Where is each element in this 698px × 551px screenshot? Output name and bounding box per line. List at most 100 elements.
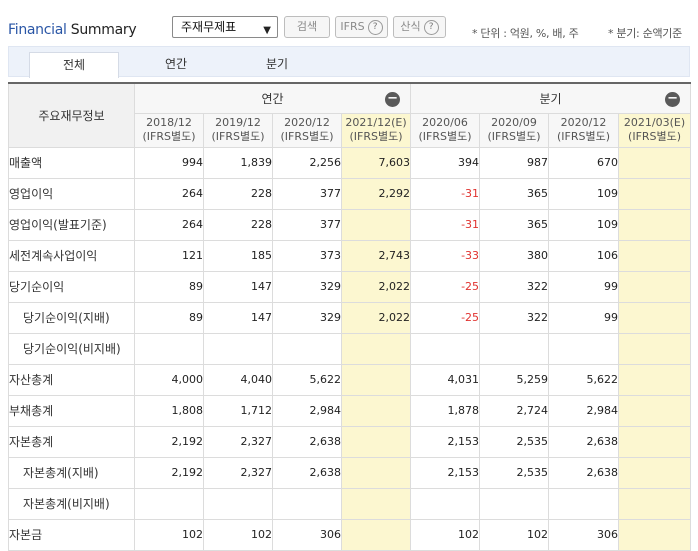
value-cell (340, 332, 412, 365)
value-cell: 377 (272, 208, 342, 241)
value-cell (618, 177, 692, 210)
value-cell: 185 (203, 239, 273, 272)
collapse-annual-icon[interactable]: − (385, 92, 401, 107)
table-row: 영업이익 264 228 377 2,292 -31 365 109 (8, 177, 692, 210)
period-header: 2021/03(E) (IFRS별도) (618, 112, 692, 148)
value-cell: 147 (203, 270, 273, 303)
help-icon: ? (367, 20, 383, 35)
annual-group-header: 연간 − (133, 82, 412, 114)
value-cell: 2,327 (203, 456, 273, 489)
formula-button[interactable]: 산식? (393, 16, 446, 38)
value-cell (548, 332, 620, 365)
unit-note: * 단위 : 억원, %, 배, 주 (472, 27, 579, 40)
row-label: 영업이익(발표기준) (8, 208, 135, 241)
value-cell: 109 (548, 177, 620, 210)
row-label: 세전계속사업이익 (8, 239, 135, 272)
value-cell (340, 456, 412, 489)
table-row: 영업이익(발표기준) 264 228 377 -31 365 109 (8, 208, 692, 241)
value-cell: 264 (134, 177, 204, 210)
help-icon: ? (423, 20, 439, 35)
corner-header: 주요재무정보 (8, 82, 135, 148)
value-cell: 102 (410, 518, 481, 551)
header-bar: Financial Summary 주재무제표 ▼ 검색 IFRS? 산식? *… (0, 0, 698, 46)
period-date: 2020/12 (284, 116, 330, 129)
tab-all[interactable]: 전체 (29, 52, 119, 78)
row-label: 자본금 (8, 518, 135, 551)
value-cell: 106 (548, 239, 620, 272)
title-summary: Summary (70, 22, 137, 38)
ifrs-button[interactable]: IFRS? (335, 16, 388, 38)
value-cell: 329 (272, 270, 342, 303)
value-cell (410, 487, 481, 520)
value-cell: 2,638 (272, 425, 342, 458)
value-cell (618, 425, 692, 458)
ifrs-button-label: IFRS (340, 20, 365, 33)
value-cell: 121 (134, 239, 204, 272)
value-cell (340, 425, 412, 458)
value-cell (203, 332, 273, 365)
value-cell (618, 301, 692, 334)
value-cell: 2,535 (479, 456, 550, 489)
table-row: 부채총계 1,808 1,712 2,984 1,878 2,724 2,984 (8, 394, 692, 427)
value-cell: 109 (548, 208, 620, 241)
quarter-group-label: 분기 (539, 91, 562, 106)
value-cell: 322 (479, 301, 550, 334)
value-cell (618, 332, 692, 365)
value-cell: -31 (410, 177, 481, 210)
period-header: 2019/12 (IFRS별도) (203, 112, 273, 148)
value-cell (618, 487, 692, 520)
value-cell: 322 (479, 270, 550, 303)
value-cell: 2,192 (134, 425, 204, 458)
value-cell (479, 487, 550, 520)
value-cell: 4,031 (410, 363, 481, 396)
value-cell: 5,259 (479, 363, 550, 396)
value-cell (272, 332, 342, 365)
value-cell: 394 (410, 146, 481, 179)
value-cell: 987 (479, 146, 550, 179)
row-label: 영업이익 (8, 177, 135, 210)
period-basis: (IFRS별도) (280, 130, 334, 143)
value-cell (548, 487, 620, 520)
period-header: 2020/09 (IFRS별도) (479, 112, 550, 148)
table-row: 자본총계 2,192 2,327 2,638 2,153 2,535 2,638 (8, 425, 692, 458)
row-label: 당기순이익(지배) (8, 301, 135, 334)
table-row: 자본총계(지배) 2,192 2,327 2,638 2,153 2,535 2,638 (8, 456, 692, 489)
period-date: 2021/03(E) (623, 116, 686, 129)
collapse-quarter-icon[interactable]: − (665, 92, 681, 107)
row-label: 자본총계(지배) (8, 456, 135, 489)
value-cell: 89 (134, 301, 204, 334)
financial-summary-table: 주요재무정보 연간 − 분기 − 2018/12 (IFRS별도) 2019/12(… (8, 82, 692, 551)
value-cell (618, 239, 692, 272)
value-cell (618, 208, 692, 241)
value-cell: 1,839 (203, 146, 273, 179)
tab-quarterly-label: 분기 (265, 57, 289, 71)
row-label: 매출액 (8, 146, 135, 179)
row-label: 당기순이익 (8, 270, 135, 303)
value-cell: 2,022 (340, 270, 412, 303)
value-cell: 2,327 (203, 425, 273, 458)
quarter-group-header: 분기 − (410, 82, 692, 114)
period-date: 2020/09 (491, 116, 537, 129)
value-cell: 2,638 (548, 456, 620, 489)
search-button-label: 검색 (296, 20, 318, 33)
value-cell (272, 487, 342, 520)
value-cell: 377 (272, 177, 342, 210)
value-cell (479, 332, 550, 365)
search-button[interactable]: 검색 (284, 16, 330, 38)
value-cell (618, 456, 692, 489)
tab-quarterly[interactable]: 분기 (232, 52, 322, 78)
table-row: 자본금 102 102 306 102 102 306 (8, 518, 692, 551)
value-cell (618, 394, 692, 427)
value-cell: 2,535 (479, 425, 550, 458)
value-cell: 365 (479, 208, 550, 241)
period-date: 2021/12(E) (345, 116, 407, 129)
value-cell: 329 (272, 301, 342, 334)
tab-annual[interactable]: 연간 (131, 52, 221, 78)
value-cell: 5,622 (548, 363, 620, 396)
value-cell: 2,153 (410, 425, 481, 458)
value-cell: 2,638 (272, 456, 342, 489)
statement-type-select[interactable]: 주재무제표 ▼ (172, 16, 278, 38)
value-cell: 1,878 (410, 394, 481, 427)
value-cell (618, 363, 692, 396)
value-cell: 228 (203, 208, 273, 241)
